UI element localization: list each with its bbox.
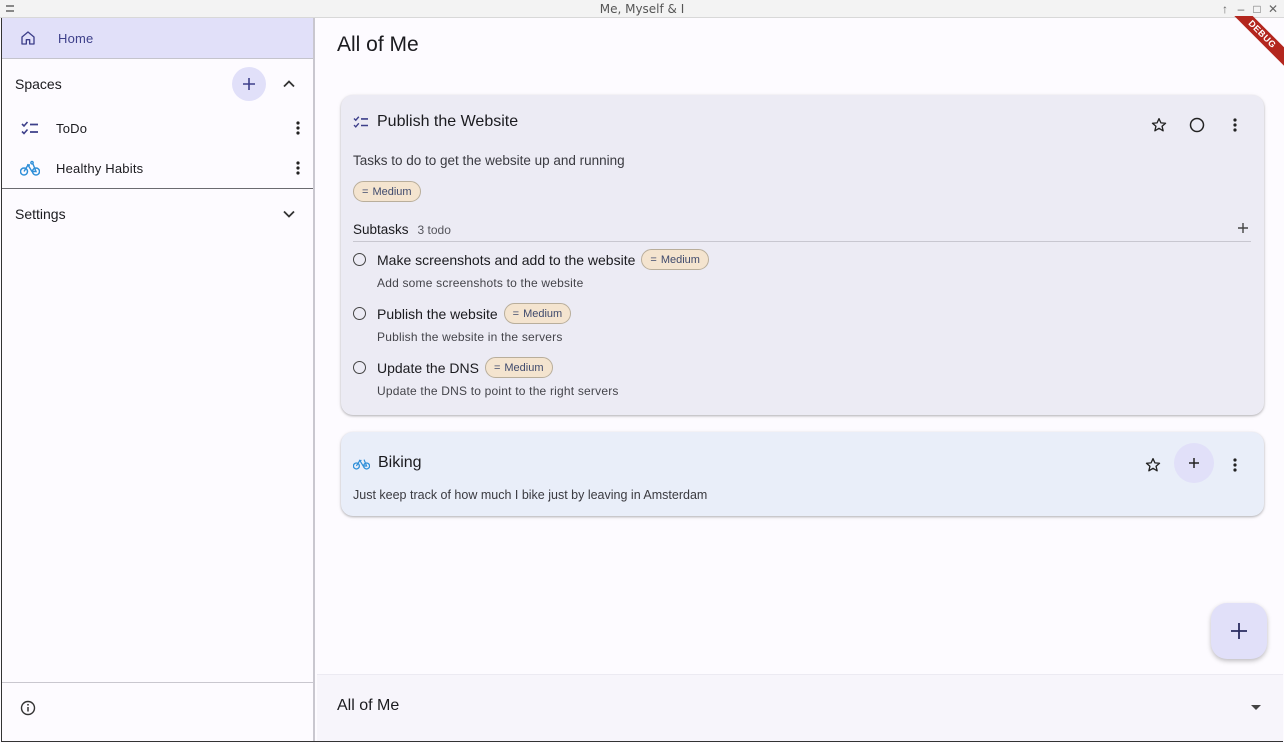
sidebar-footer-divider <box>2 682 313 683</box>
window-titlebar: Me, Myself & I ↑ – □ ✕ <box>0 0 1284 18</box>
subtask-name: Make screenshots and add to the website <box>377 251 636 268</box>
chip-label: Medium <box>523 307 563 320</box>
dropdown-arrow-icon[interactable] <box>1251 705 1261 710</box>
add-space-button[interactable] <box>232 67 266 101</box>
more-vert-icon <box>296 121 300 135</box>
page-title: All of Me <box>337 33 419 56</box>
minimize-icon[interactable]: – <box>1234 1 1248 17</box>
plus-icon <box>243 78 255 90</box>
main-content: All of Me Publish the Website Tasks to d… <box>317 16 1284 741</box>
sidebar: Home Spaces ToDo Healthy Habits Settings <box>2 18 315 741</box>
subtask-description: Publish the website in the servers <box>377 330 563 344</box>
settings-label: Settings <box>15 206 66 222</box>
subtask-description: Add some screenshots to the website <box>377 276 584 290</box>
subtask-checkbox[interactable] <box>353 307 366 320</box>
card-header: Publish the Website <box>353 113 518 131</box>
settings-header[interactable]: Settings <box>2 196 313 232</box>
favorite-button[interactable] <box>1142 108 1176 142</box>
sidebar-item-label: ToDo <box>56 120 88 136</box>
spaces-header: Spaces <box>2 66 313 102</box>
app-window: Home Spaces ToDo Healthy Habits Settings… <box>1 16 1284 742</box>
debug-banner-label: DEBUG <box>1225 16 1284 71</box>
complete-button[interactable] <box>1180 108 1214 142</box>
window-title: Me, Myself & I <box>599 1 685 16</box>
about-button[interactable] <box>20 700 36 721</box>
card-more-button[interactable] <box>1218 108 1252 142</box>
view-selector[interactable]: All of Me <box>317 674 1283 741</box>
subtasks-count: 3 todo <box>417 222 451 237</box>
sidebar-divider <box>2 188 313 189</box>
more-vert-icon <box>1233 457 1237 472</box>
subtask-name: Publish the website <box>377 305 498 322</box>
priority-chip: = Medium <box>503 303 572 324</box>
bike-icon <box>20 160 40 176</box>
card-title: Biking <box>378 454 422 471</box>
add-entry-button[interactable] <box>1174 443 1214 483</box>
equals-icon: = <box>362 185 369 198</box>
plus-icon <box>1238 222 1248 233</box>
subtasks-header: Subtasks 3 todo <box>353 218 1251 242</box>
add-space-fab[interactable] <box>1211 603 1267 659</box>
subtask-description: Update the DNS to point to the right ser… <box>377 384 619 398</box>
sidebar-item-todo[interactable]: ToDo <box>2 110 313 146</box>
card-title: Publish the Website <box>377 113 519 130</box>
expand-settings-button[interactable] <box>272 197 306 231</box>
info-icon <box>20 700 36 716</box>
chevron-up-icon <box>283 80 295 88</box>
priority-chip: = Medium <box>484 357 553 378</box>
card-header: Biking <box>353 454 422 472</box>
chip-label: Medium <box>504 361 544 374</box>
collapse-spaces-button[interactable] <box>272 67 306 101</box>
priority-chip: = Medium <box>641 249 709 270</box>
window-menu-icon[interactable] <box>6 5 14 12</box>
more-vert-icon <box>1233 118 1237 132</box>
close-icon[interactable]: ✕ <box>1266 1 1280 17</box>
star-icon <box>1151 118 1167 132</box>
subtask-item[interactable]: Update the DNS = Medium Update the DNS to… <box>353 357 619 398</box>
checklist-icon <box>21 121 38 135</box>
card-more-button[interactable] <box>1218 448 1252 482</box>
chip-label: Medium <box>372 185 412 198</box>
priority-chip: = Medium <box>353 181 421 202</box>
space-card-biking[interactable]: Biking Just keep track of how much I bik… <box>341 432 1264 516</box>
home-icon <box>21 31 35 45</box>
subtask-checkbox[interactable] <box>353 253 366 266</box>
bike-icon <box>353 459 370 470</box>
subtask-name: Update the DNS <box>377 359 479 376</box>
view-selector-label: All of Me <box>337 697 400 714</box>
more-vert-icon <box>296 161 300 175</box>
equals-icon: = <box>512 307 520 320</box>
nav-home[interactable]: Home <box>2 18 313 59</box>
space-card-publish-website[interactable]: Publish the Website Tasks to do to get t… <box>341 95 1264 415</box>
debug-banner: DEBUG <box>1225 16 1284 76</box>
subtask-item[interactable]: Make screenshots and add to the website … <box>353 249 709 290</box>
subtask-checkbox[interactable] <box>353 361 366 374</box>
sidebar-item-healthy-habits[interactable]: Healthy Habits <box>2 150 313 186</box>
space-more-button[interactable] <box>281 111 315 145</box>
spaces-label: Spaces <box>15 76 62 92</box>
space-more-button[interactable] <box>281 151 315 185</box>
equals-icon: = <box>493 361 501 374</box>
card-description: Tasks to do to get the website up and ru… <box>353 153 625 168</box>
maximize-icon[interactable]: □ <box>1250 1 1264 17</box>
subtask-item[interactable]: Publish the website = Medium Publish the … <box>353 303 572 344</box>
plus-icon <box>1231 623 1247 639</box>
plus-icon <box>1189 458 1199 468</box>
card-description: Just keep track of how much I bike just … <box>353 488 708 502</box>
star-icon <box>1145 457 1161 471</box>
add-subtask-button[interactable] <box>1237 221 1249 239</box>
card-actions <box>1142 108 1252 142</box>
favorite-button[interactable] <box>1136 448 1170 482</box>
sidebar-item-label: Healthy Habits <box>56 160 144 176</box>
keep-above-icon[interactable]: ↑ <box>1218 1 1232 17</box>
subtasks-label: Subtasks <box>353 222 409 237</box>
equals-icon: = <box>650 253 657 266</box>
circle-icon <box>1189 117 1205 133</box>
chevron-down-icon <box>283 210 295 218</box>
nav-home-label: Home <box>58 30 94 46</box>
card-actions <box>1136 443 1252 483</box>
chip-label: Medium <box>660 253 700 266</box>
checklist-icon <box>353 116 368 128</box>
